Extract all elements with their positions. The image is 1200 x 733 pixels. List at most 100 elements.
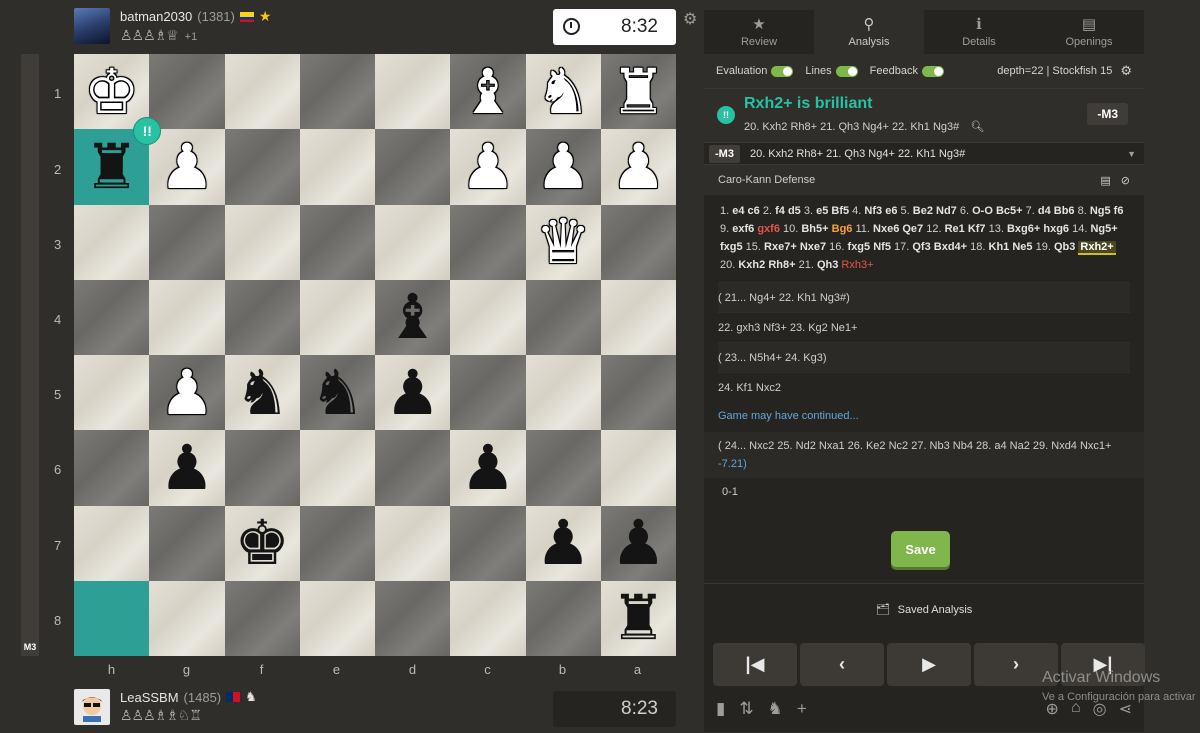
white-pawn-icon[interactable]: ♟ (159, 135, 215, 198)
square-f1[interactable] (224, 54, 300, 130)
toggle-switch[interactable] (771, 65, 794, 77)
evaluation-toggle[interactable]: Evaluation (716, 65, 794, 77)
square-h3[interactable] (74, 204, 150, 280)
player-name[interactable]: LeaSSBM (120, 690, 179, 705)
gear-icon[interactable]: ⚙ (1120, 63, 1132, 79)
white-queen-icon[interactable]: ♛ (535, 211, 591, 273)
player-name[interactable]: batman2030 (120, 9, 192, 24)
square-a6[interactable] (600, 430, 676, 506)
black-knight-icon[interactable]: ♞ (310, 361, 366, 424)
square-b6[interactable] (525, 430, 601, 506)
square-f7[interactable]: ♚ (224, 505, 300, 581)
square-c8[interactable] (450, 580, 526, 656)
lines-toggle[interactable]: Lines (805, 65, 858, 77)
square-b2[interactable]: ♟ (525, 129, 601, 205)
white-king-icon[interactable]: ♚ (84, 60, 140, 123)
tab-openings[interactable]: ▤ Openings (1034, 10, 1144, 54)
square-f2[interactable] (224, 129, 300, 205)
square-e3[interactable] (299, 204, 375, 280)
tab-details[interactable]: ℹ Details (924, 10, 1034, 54)
board-settings-gear-icon[interactable]: ⚙ (683, 9, 697, 29)
square-g5[interactable]: ♟ (149, 355, 225, 431)
square-d1[interactable] (375, 54, 451, 130)
chevron-down-icon[interactable]: ▼ (1127, 149, 1136, 159)
compass-icon[interactable]: ⊘ (1121, 174, 1130, 187)
square-d3[interactable] (375, 204, 451, 280)
black-bishop-icon[interactable]: ♝ (385, 286, 441, 348)
white-pawn-icon[interactable]: ♟ (159, 361, 215, 424)
plus-icon[interactable]: + (797, 699, 807, 719)
search-icon[interactable]: 🔍︎ (970, 121, 984, 133)
previous-move-button[interactable]: ‹ (800, 643, 884, 686)
white-pawn-icon[interactable]: ♟ (460, 135, 516, 198)
save-button[interactable]: Save (891, 531, 950, 567)
black-rook-icon[interactable]: ♜ (611, 587, 667, 649)
square-g7[interactable] (149, 505, 225, 581)
book-icon[interactable]: ▤ (1100, 174, 1110, 187)
square-h2[interactable]: ♜!! (74, 117, 162, 205)
square-g8[interactable] (149, 580, 225, 656)
square-d5[interactable]: ♟ (375, 355, 451, 431)
square-f8[interactable] (224, 580, 300, 656)
black-king-icon[interactable]: ♚ (234, 512, 290, 574)
square-b4[interactable] (525, 279, 601, 355)
toggle-switch[interactable] (835, 65, 858, 77)
square-e7[interactable] (299, 505, 375, 581)
square-e5[interactable]: ♞ (299, 355, 375, 431)
square-b1[interactable]: ♞ (525, 54, 601, 130)
square-g6[interactable]: ♟ (149, 430, 225, 506)
square-h7[interactable] (74, 505, 150, 581)
variation-line[interactable]: ( 23... N5h4+ 24. Kg3) (718, 342, 1130, 372)
square-b8[interactable] (525, 580, 601, 656)
white-knight-icon[interactable]: ♞ (535, 60, 591, 123)
square-d7[interactable] (375, 505, 451, 581)
bar-chart-icon[interactable]: ▮ (716, 699, 725, 719)
square-e2[interactable] (299, 129, 375, 205)
saved-analysis-button[interactable]: 🗂︎ Saved Analysis (704, 583, 1144, 635)
square-h8[interactable] (74, 580, 150, 656)
square-a1[interactable]: ♜ (600, 54, 676, 130)
square-e4[interactable] (299, 279, 375, 355)
black-pawn-icon[interactable]: ♟ (159, 436, 215, 499)
square-d6[interactable] (375, 430, 451, 506)
flip-board-icon[interactable]: ⇅ (739, 699, 753, 719)
variation-line[interactable]: 22. gxh3 Nf3+ 23. Kg2 Ne1+ (718, 312, 1130, 342)
square-d4[interactable]: ♝ (375, 279, 451, 355)
square-b5[interactable] (525, 355, 601, 431)
game-may-have-continued-link[interactable]: Game may have continued... (704, 402, 1144, 432)
variation-line[interactable]: 24. Kf1 Nxc2 (718, 372, 1130, 402)
square-d8[interactable] (375, 580, 451, 656)
square-c1[interactable]: ♝ (450, 54, 526, 130)
square-h4[interactable] (74, 279, 150, 355)
engine-line[interactable]: -M3 20. Kxh2 Rh8+ 21. Qh3 Ng4+ 22. Kh1 N… (704, 142, 1144, 165)
pieces-icon[interactable]: ♞ (768, 699, 783, 719)
square-g3[interactable] (149, 204, 225, 280)
feedback-line[interactable]: 20. Kxh2 Rh8+ 21. Qh3 Ng4+ 22. Kh1 Ng3# (744, 121, 959, 133)
avatar[interactable] (74, 8, 110, 44)
square-b3[interactable]: ♛ (525, 204, 601, 280)
square-a3[interactable] (600, 204, 676, 280)
tab-review[interactable]: ★ Review (704, 10, 814, 54)
square-f4[interactable] (224, 279, 300, 355)
square-e1[interactable] (299, 54, 375, 130)
square-c7[interactable] (450, 505, 526, 581)
square-a4[interactable] (600, 279, 676, 355)
square-g1[interactable] (149, 54, 225, 130)
square-a2[interactable]: ♟ (600, 129, 676, 205)
chess-board[interactable]: ♚ ♝ ♞ ♜ ♜!! ♟ ♟ ♟ ♟ ♛ ♝ ♟ ♞ ♞ ♟ ♟ ♟ ♚ ♟ … (74, 54, 676, 656)
square-c4[interactable] (450, 279, 526, 355)
square-c3[interactable] (450, 204, 526, 280)
black-knight-icon[interactable]: ♞ (234, 361, 290, 424)
white-rook-icon[interactable]: ♜ (611, 60, 667, 123)
square-h5[interactable] (74, 355, 150, 431)
square-c5[interactable] (450, 355, 526, 431)
variation-line[interactable]: ( 21... Ng4+ 22. Kh1 Ng3#) (718, 282, 1130, 312)
square-e8[interactable] (299, 580, 375, 656)
first-move-button[interactable]: |◀ (713, 643, 797, 686)
square-a7[interactable]: ♟ (600, 505, 676, 581)
black-rook-icon[interactable]: ♜ (84, 135, 140, 198)
engine-line-text[interactable]: 20. Kxh2 Rh8+ 21. Qh3 Ng4+ 22. Kh1 Ng3# (750, 148, 965, 160)
square-f3[interactable] (224, 204, 300, 280)
square-f6[interactable] (224, 430, 300, 506)
black-pawn-icon[interactable]: ♟ (385, 361, 441, 424)
